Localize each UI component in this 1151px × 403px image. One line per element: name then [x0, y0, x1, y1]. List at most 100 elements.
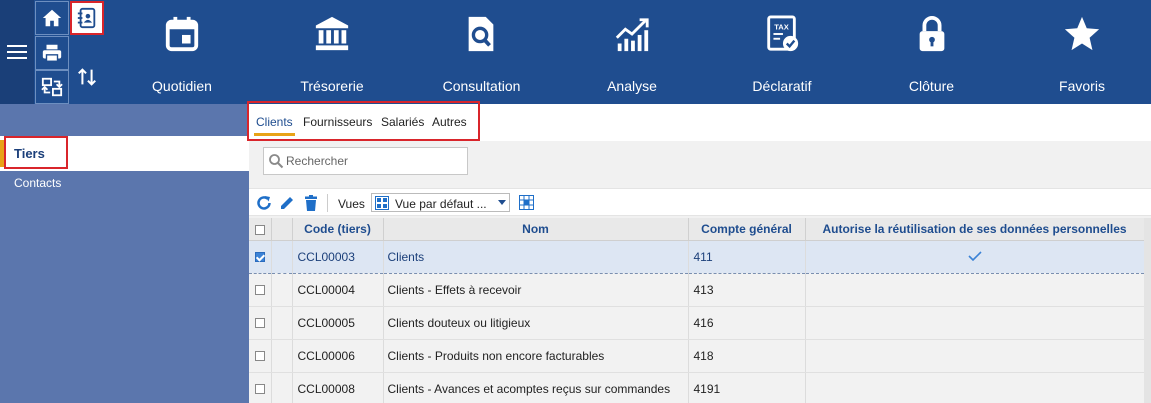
row-handle [271, 372, 293, 403]
sidebar-item-tiers[interactable]: Tiers [0, 136, 249, 171]
table-row[interactable]: CCL00005 Clients douteux ou litigieux 41… [249, 306, 1145, 340]
grid-settings-icon[interactable] [519, 195, 534, 210]
cell-code: CCL00004 [292, 273, 384, 307]
nav-favoris[interactable]: Favoris [1058, 0, 1106, 104]
cell-code: CCL00005 [292, 306, 384, 340]
top-navigation-bar: Quotidien Trésorerie Consultation Analys… [0, 0, 1151, 104]
print-button[interactable] [35, 36, 69, 70]
sort-button[interactable] [70, 60, 104, 94]
vues-selected-value: Vue par défaut ... [395, 197, 487, 211]
sort-arrows-icon [78, 68, 96, 86]
vues-dropdown[interactable]: Vue par défaut ... [371, 193, 510, 212]
row-checkbox[interactable] [249, 239, 272, 274]
tab-salaries[interactable]: Salariés [381, 115, 424, 129]
calendar-icon [165, 16, 199, 52]
vertical-scrollbar[interactable] [1144, 218, 1151, 403]
trash-icon[interactable] [302, 194, 320, 212]
nav-declaratif[interactable]: TAX Déclaratif [750, 0, 814, 104]
row-handle [271, 273, 293, 307]
row-handle [271, 339, 293, 373]
cell-compte: 4191 [688, 372, 806, 403]
tab-bar: Clients Fournisseurs Salariés Autres [247, 101, 1151, 141]
refresh-icon[interactable] [255, 194, 273, 212]
row-checkbox[interactable] [249, 339, 272, 373]
edit-pencil-icon[interactable] [278, 194, 296, 212]
hamburger-menu-button[interactable] [0, 0, 34, 104]
nav-tresorerie[interactable]: Trésorerie [298, 0, 366, 104]
row-checkbox[interactable] [249, 306, 272, 340]
table-header-row: Code (tiers) Nom Compte général Autorise… [249, 218, 1145, 241]
nav-label: Quotidien [152, 78, 212, 94]
cell-reutilisation [805, 372, 1145, 403]
nav-label: Déclaratif [752, 78, 812, 94]
cell-nom: Clients - Effets à recevoir [383, 273, 689, 307]
cell-nom: Clients - Avances et acomptes reçus sur … [383, 372, 689, 403]
transfer-button[interactable] [35, 70, 69, 104]
cell-compte: 416 [688, 306, 806, 340]
table-row[interactable]: CCL00006 Clients - Produits non encore f… [249, 339, 1145, 373]
main-content: Clients Fournisseurs Salariés Autres Vue… [247, 101, 1151, 403]
nav-label: Consultation [442, 78, 521, 94]
nav-label: Trésorerie [300, 78, 364, 94]
table-view-icon [375, 196, 389, 210]
cell-nom: Clients douteux ou litigieux [383, 306, 689, 340]
home-button[interactable] [35, 1, 69, 35]
cell-nom: Clients - Produits non encore facturable… [383, 339, 689, 373]
table-row[interactable]: CCL00003 Clients 411 [249, 239, 1145, 274]
nav-quotidien[interactable]: Quotidien [149, 0, 215, 104]
sidebar: Tiers Contacts [0, 104, 249, 403]
search-input[interactable] [286, 154, 466, 168]
nav-label: Clôture [908, 78, 955, 94]
nav-cloture[interactable]: Clôture [907, 0, 956, 104]
nav-analyse[interactable]: Analyse [606, 0, 658, 104]
nav-label: Analyse [607, 78, 657, 94]
search-icon [269, 154, 284, 169]
row-handle-header [271, 218, 293, 241]
cell-nom: Clients [383, 239, 689, 274]
column-header-code[interactable]: Code (tiers) [292, 218, 384, 241]
select-all-checkbox[interactable] [249, 218, 272, 241]
lock-icon [919, 16, 945, 52]
vues-label: Vues [338, 197, 365, 211]
row-handle [271, 239, 293, 274]
cell-compte: 413 [688, 273, 806, 307]
cell-code: CCL00008 [292, 372, 384, 403]
chart-trend-icon [615, 18, 649, 52]
row-checkbox[interactable] [249, 273, 272, 307]
nav-consultation[interactable]: Consultation [440, 0, 523, 104]
tax-document-icon: TAX [767, 15, 799, 52]
column-header-reutilisation[interactable]: Autorise la réutilisation de ses données… [805, 218, 1145, 241]
bank-icon [315, 16, 349, 51]
sidebar-item-label: Tiers [14, 146, 45, 161]
document-search-icon [468, 16, 494, 52]
row-checkbox[interactable] [249, 372, 272, 403]
directory-icon [77, 7, 96, 29]
cell-compte: 418 [688, 339, 806, 373]
checkmark-icon [967, 250, 982, 261]
cell-compte: 411 [688, 239, 806, 274]
cell-reutilisation [805, 339, 1145, 373]
row-handle [271, 306, 293, 340]
cell-code: CCL00003 [292, 239, 384, 274]
sidebar-item-contacts[interactable]: Contacts [14, 176, 61, 190]
hamburger-icon [7, 45, 27, 59]
cell-reutilisation [805, 273, 1145, 307]
table-row[interactable]: CCL00004 Clients - Effets à recevoir 413 [249, 273, 1145, 307]
cell-reutilisation [805, 306, 1145, 340]
chevron-down-icon [498, 200, 506, 205]
tab-autres[interactable]: Autres [432, 115, 467, 129]
data-table: Code (tiers) Nom Compte général Autorise… [249, 218, 1145, 403]
column-header-nom[interactable]: Nom [383, 218, 689, 241]
transfer-icon [41, 77, 63, 97]
star-icon [1064, 16, 1100, 51]
tax-icon-text: TAX [774, 22, 789, 31]
nav-label: Favoris [1059, 78, 1105, 94]
cell-reutilisation [805, 239, 1145, 274]
home-icon [42, 9, 62, 27]
directory-button[interactable] [70, 1, 104, 35]
tab-clients[interactable]: Clients [254, 115, 295, 136]
column-header-compte[interactable]: Compte général [688, 218, 806, 241]
tab-fournisseurs[interactable]: Fournisseurs [303, 115, 372, 129]
search-box[interactable] [263, 147, 468, 175]
table-row[interactable]: CCL00008 Clients - Avances et acomptes r… [249, 372, 1145, 403]
